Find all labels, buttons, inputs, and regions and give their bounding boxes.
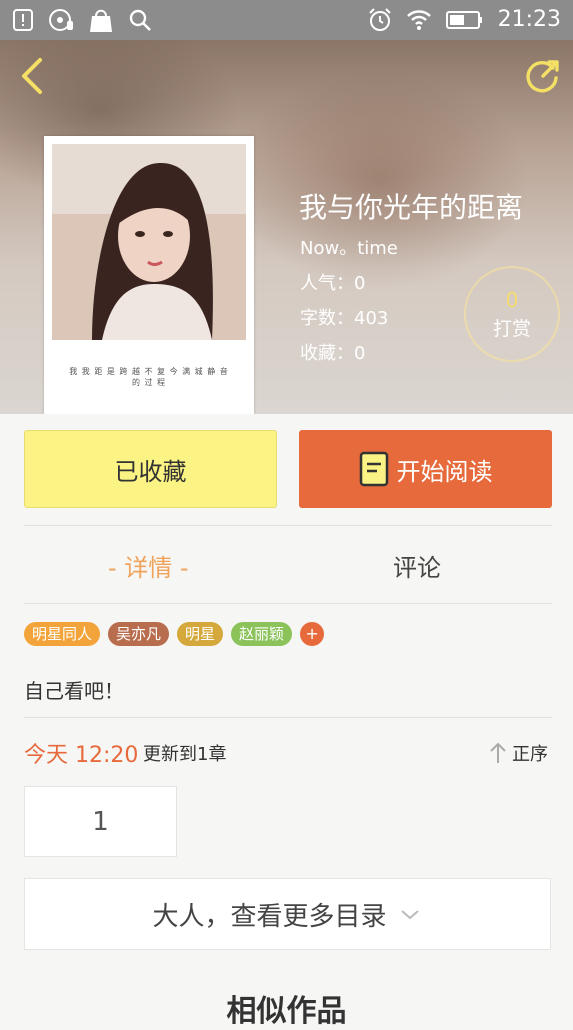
- start-reading-label: 开始阅读: [396, 457, 493, 486]
- tab-comments[interactable]: 评论: [393, 548, 441, 583]
- more-catalog-label: 大人，查看更多目录: [152, 901, 387, 932]
- book-author[interactable]: Now。time: [300, 234, 398, 260]
- cover-caption: 我 我 距 是 跨 越 不 复 今 满 城 静 音 的 过 程: [69, 367, 229, 387]
- book-header: 我 我 距 是 跨 越 不 复 今 满 城 静 音 的 过 程 我与你光年的距离…: [0, 40, 573, 414]
- status-bar-right-icons: 21:23: [368, 6, 561, 34]
- arrow-up-icon: [490, 742, 506, 763]
- book-favorites: 收藏：0: [300, 343, 366, 364]
- favorited-button[interactable]: 已收藏: [24, 430, 277, 508]
- chevron-down-icon: [400, 910, 419, 920]
- sort-order-button[interactable]: 正序: [488, 740, 548, 766]
- reward-label: 打赏: [492, 318, 531, 340]
- tab-details[interactable]: - 详情 -: [108, 548, 189, 583]
- book-description: 自己看吧！: [24, 679, 124, 703]
- shopping-bag-icon: [90, 9, 112, 32]
- wifi-icon: [406, 10, 431, 30]
- divider: [24, 525, 552, 526]
- search-icon: [129, 9, 151, 31]
- tag-item[interactable]: 明星: [177, 622, 224, 646]
- start-reading-button[interactable]: 开始阅读: [299, 430, 552, 508]
- book-popularity: 人气：0: [300, 273, 366, 294]
- add-tag-button[interactable]: +: [300, 622, 325, 646]
- update-text: 更新到1章: [143, 744, 227, 765]
- status-bar-left-icons: [12, 6, 152, 34]
- sort-order-label: 正序: [512, 744, 548, 765]
- book-icon: [359, 451, 388, 487]
- status-bar: 21:23: [0, 0, 573, 40]
- update-time: 今天 12:20: [24, 743, 139, 768]
- chevron-left-icon[interactable]: [14, 54, 50, 98]
- divider: [24, 717, 552, 718]
- share-icon[interactable]: [523, 56, 563, 96]
- book-word-count: 字数：403: [300, 308, 389, 329]
- book-title: 我与你光年的距离: [299, 191, 524, 224]
- tag-list: 明星同人 吴亦凡 明星 赵丽颖 +: [24, 622, 325, 646]
- notification-icon: [13, 9, 33, 31]
- cover-photo: [52, 144, 246, 340]
- divider: [24, 603, 552, 604]
- cover-portrait: [52, 144, 246, 340]
- more-catalog-button[interactable]: 大人，查看更多目录: [24, 878, 551, 950]
- book-cover[interactable]: 我 我 距 是 跨 越 不 复 今 满 城 静 音 的 过 程: [44, 136, 254, 414]
- similar-works-heading: 相似作品: [226, 994, 347, 1029]
- reward-button[interactable]: 0 打赏: [464, 266, 560, 362]
- favorited-label: 已收藏: [114, 457, 187, 486]
- tag-item[interactable]: 赵丽颖: [231, 622, 293, 646]
- music-icon: [49, 9, 73, 31]
- tag-item[interactable]: 吴亦凡: [108, 622, 170, 646]
- battery-icon: [445, 11, 482, 29]
- reward-count: 0: [505, 288, 519, 312]
- status-time: 21:23: [497, 7, 561, 32]
- alarm-icon: [368, 8, 391, 31]
- chapter-item[interactable]: 1: [24, 786, 177, 857]
- tag-item[interactable]: 明星同人: [24, 622, 101, 646]
